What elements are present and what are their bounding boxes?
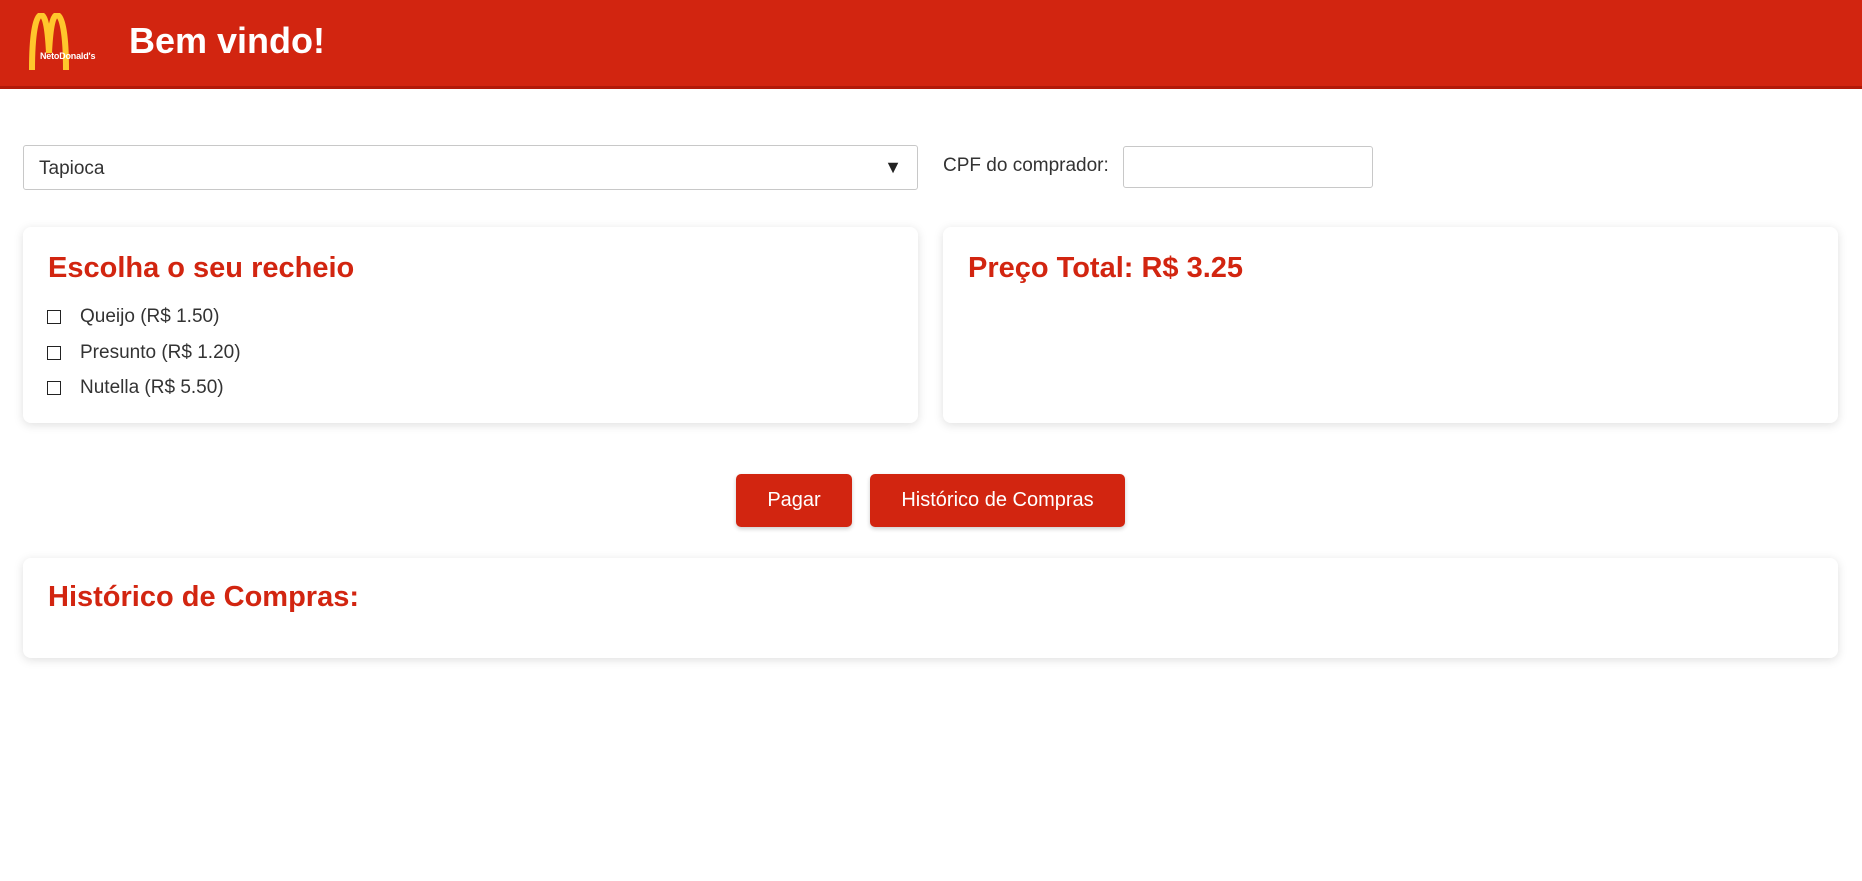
checkbox-icon[interactable] — [47, 346, 61, 360]
fillings-card: Escolha o seu recheio Queijo (R$ 1.50) P… — [23, 227, 918, 423]
product-select[interactable]: Tapioca ▼ — [23, 145, 918, 190]
filling-label: Presunto (R$ 1.20) — [80, 342, 241, 363]
cpf-input[interactable] — [1123, 146, 1373, 188]
dropdown-triangle-icon: ▼ — [884, 157, 902, 177]
filling-label: Nutella (R$ 5.50) — [80, 377, 224, 398]
total-card: Preço Total: R$ 3.25 — [943, 227, 1838, 423]
app-header: NetoDonald's Bem vindo! — [0, 0, 1862, 89]
page-title: Bem vindo! — [129, 20, 326, 61]
filling-label: Queijo (R$ 1.50) — [80, 306, 220, 327]
golden-arches-icon — [29, 11, 69, 71]
product-select-value: Tapioca — [39, 158, 105, 179]
logo-text: NetoDonald's — [40, 51, 96, 61]
checkbox-icon[interactable] — [47, 310, 61, 324]
total-price: Preço Total: R$ 3.25 — [968, 252, 1244, 284]
checkbox-icon[interactable] — [47, 381, 61, 395]
history-title: Histórico de Compras: — [48, 581, 359, 613]
pay-button[interactable]: Pagar — [736, 474, 852, 527]
history-card: Histórico de Compras: — [23, 558, 1838, 658]
cpf-label: CPF do comprador: — [943, 155, 1109, 176]
fillings-title: Escolha o seu recheio — [48, 252, 355, 284]
brand-logo: NetoDonald's — [28, 11, 108, 71]
purchase-history-button[interactable]: Histórico de Compras — [870, 474, 1125, 527]
